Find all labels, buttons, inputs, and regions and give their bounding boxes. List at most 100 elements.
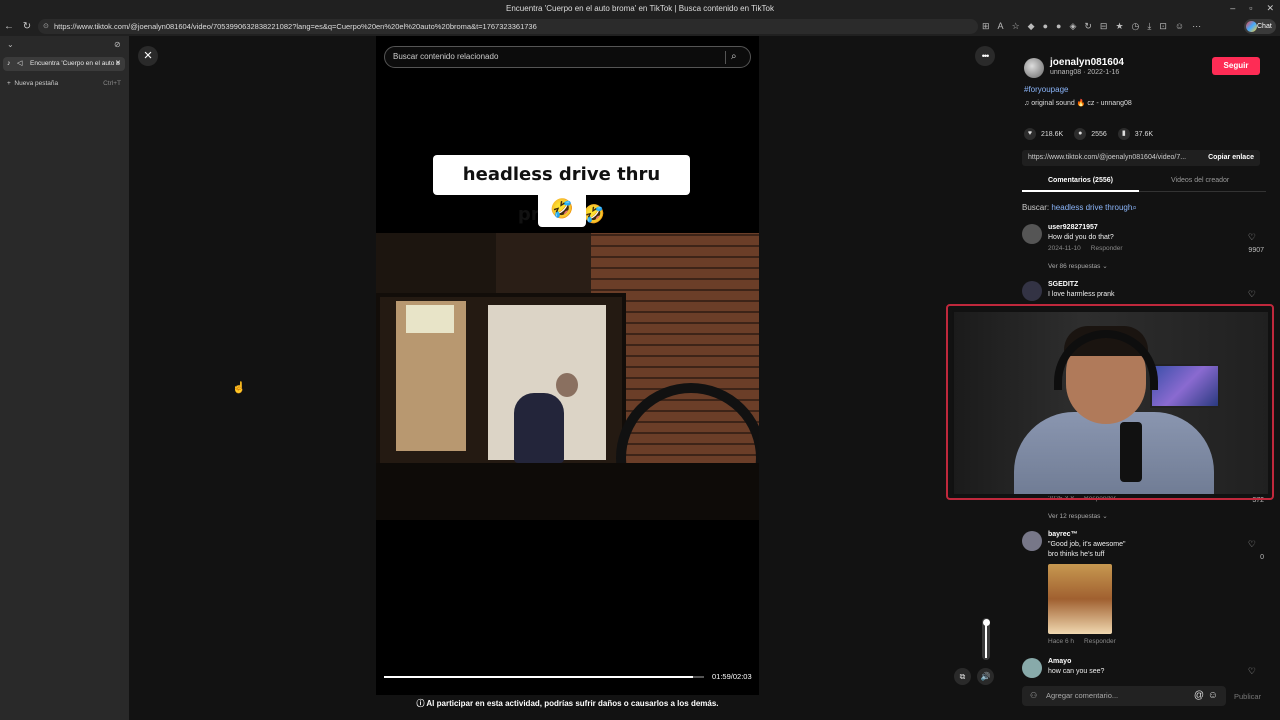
hashtag-link[interactable]: #foryoupage [1024,85,1068,94]
comment-input[interactable]: ⚇ Agregar comentario... @ ☺ [1022,686,1226,706]
search-prefix: Buscar: [1022,203,1050,212]
reader-icon[interactable]: A [998,19,1004,34]
view-replies-label: Ver 86 respuestas [1048,263,1101,270]
comment-meta: 2025-3-8 Responder [1048,495,1116,502]
view-replies-button[interactable]: Ver 86 respuestas ⌄ [1048,262,1108,270]
comment-placeholder: Agregar comentario... [1046,691,1119,700]
heart-outline-icon[interactable]: ♡ [1248,539,1256,550]
window-controls: – ▫ ✕ [1230,0,1274,17]
commenter-username[interactable]: bayrec™ [1048,531,1078,538]
publish-button[interactable]: Publicar [1234,692,1261,701]
share-link-box: https://www.tiktok.com/@joenalyn081604/v… [1022,150,1260,166]
reload-icon[interactable]: ↻ [18,21,36,32]
split-icon[interactable]: ⊟ [1100,19,1108,34]
heart-outline-icon[interactable]: ♡ [1248,232,1256,243]
comment-date: 2024-11-10 [1048,245,1081,252]
site-info-icon[interactable]: ⊙ [43,19,49,34]
comment-date: Hace 6 h [1048,638,1075,645]
minimize-icon[interactable]: – [1230,0,1235,17]
favorite-star-icon[interactable]: ☆ [1012,19,1020,34]
search-placeholder: Buscar contenido relacionado [393,52,499,61]
heart-outline-icon[interactable]: ♡ [1248,666,1256,677]
url-text: https://www.tiktok.com/@joenalyn081604/v… [54,22,537,31]
reply-button[interactable]: Responder [1084,638,1116,645]
search-query: headless drive through [1051,203,1133,212]
view-replies-button[interactable]: Ver 12 respuestas ⌄ [1048,512,1108,520]
history-icon[interactable]: ◷ [1132,19,1140,34]
extension-icon[interactable]: ● [1056,19,1061,34]
comment-icon: ● [1074,128,1087,140]
tab-comments[interactable]: Comentarios (2556) [1022,177,1139,192]
url-bar[interactable]: ⊙ https://www.tiktok.com/@joenalyn081604… [38,19,978,34]
new-tab-button[interactable]: + Nueva pestaña Ctrl+T [7,80,125,87]
related-search-input[interactable]: Buscar contenido relacionado ⌕ [384,46,751,68]
translate-icon[interactable]: ⊞ [982,19,990,34]
profile-icon[interactable]: ☺ [1175,19,1184,34]
comment-item: bayrec™ "Good job, it's awesome" bro thi… [1022,531,1266,651]
commenter-avatar[interactable] [1022,281,1042,301]
tab-tiktok[interactable]: ♪ ◁ Encuentra 'Cuerpo en el auto b ✕ [3,57,125,71]
volume-fill [985,622,987,658]
emoji-icon[interactable]: ☺ [1208,686,1218,706]
speaker-icon[interactable]: ◁ [17,57,22,71]
chevron-down-icon[interactable]: ⌄ [7,40,14,49]
back-icon[interactable]: ← [0,21,18,32]
favorites-icon[interactable]: ★ [1115,19,1123,34]
window-title-bar: Encuentra 'Cuerpo en el auto broma' en T… [0,0,1280,17]
refresh-ext-icon[interactable]: ↻ [1084,19,1092,34]
close-window-icon[interactable]: ✕ [1266,0,1274,17]
view-replies-label: Ver 12 respuestas [1048,513,1101,520]
commenter-username[interactable]: SGEDITZ [1048,281,1078,288]
author-username[interactable]: joenalyn081604 [1050,57,1124,68]
comment-text: how can you see? [1048,668,1105,675]
copy-link-button[interactable]: Copiar enlace [1202,150,1254,166]
download-icon[interactable]: ⤓ [1147,19,1151,34]
mute-button[interactable]: 🔊 [977,668,994,685]
follow-button[interactable]: Seguir [1212,57,1260,75]
commenter-avatar[interactable] [1022,224,1042,244]
pip-button[interactable]: ⧉ [954,668,971,685]
share-link[interactable]: https://www.tiktok.com/@joenalyn081604/v… [1028,154,1186,161]
commenter-avatar[interactable] [1022,531,1042,551]
comment-search-suggestion[interactable]: Buscar: headless drive through⌕ [1022,203,1137,213]
author-avatar[interactable] [1024,58,1044,78]
maximize-icon[interactable]: ▫ [1249,0,1252,17]
reply-button[interactable]: Responder [1091,245,1123,252]
commenter-avatar[interactable] [1022,658,1042,678]
chevron-down-icon: ⌄ [1102,263,1108,270]
heart-outline-icon[interactable]: ♡ [1248,289,1256,300]
search-icon[interactable]: ⌕ [731,47,737,67]
extension-icon[interactable]: ◆ [1028,19,1035,34]
comment-image[interactable] [1048,564,1112,634]
sound-name: original sound 🔥 cz - unnang08 [1031,100,1132,107]
save-stat[interactable]: ▮ 37.6K [1117,128,1153,140]
extension-icon[interactable]: ● [1043,19,1048,34]
mention-icon[interactable]: @ [1194,686,1204,706]
extension-icon[interactable]: ◈ [1069,19,1076,34]
chevron-down-icon: ⌄ [1102,513,1108,520]
comment-stat[interactable]: ● 2556 [1074,128,1107,140]
copilot-chat-button[interactable]: Chat [1244,19,1276,34]
new-tab-label: Nueva pestaña [14,80,59,87]
reply-button[interactable]: Responder [1084,495,1116,502]
pin-off-icon[interactable]: ⊘ [114,40,121,49]
commenter-username[interactable]: Amayo [1048,658,1071,665]
video-progress-bar[interactable] [384,676,704,678]
like-stat[interactable]: ♥ 218.6K [1024,128,1063,140]
vertical-tabs-sidebar: ⌄ ⊘ ♪ ◁ Encuentra 'Cuerpo en el auto b ✕… [0,36,129,720]
tab-creator-videos[interactable]: Videos del creador [1171,177,1229,184]
close-tab-icon[interactable]: ✕ [115,57,121,71]
close-video-button[interactable]: × [138,46,158,66]
speaker-icon: 🔊 [980,672,991,681]
commenter-username[interactable]: user928271957 [1048,224,1098,231]
worker-figure [514,393,564,463]
sound-link[interactable]: ♫ original sound 🔥 cz - unnang08 [1024,99,1132,107]
menu-icon[interactable]: ⋯ [1192,19,1201,34]
comment-text-line2: bro thinks he's tuff [1048,551,1105,558]
volume-knob[interactable] [983,619,990,626]
volume-slider[interactable] [982,618,990,660]
music-note-icon: ♫ [1024,100,1030,107]
more-options-button[interactable]: ••• [975,46,995,66]
screenshot-icon[interactable]: ⊡ [1159,19,1167,34]
comment-like-count: 372 [1252,497,1264,504]
